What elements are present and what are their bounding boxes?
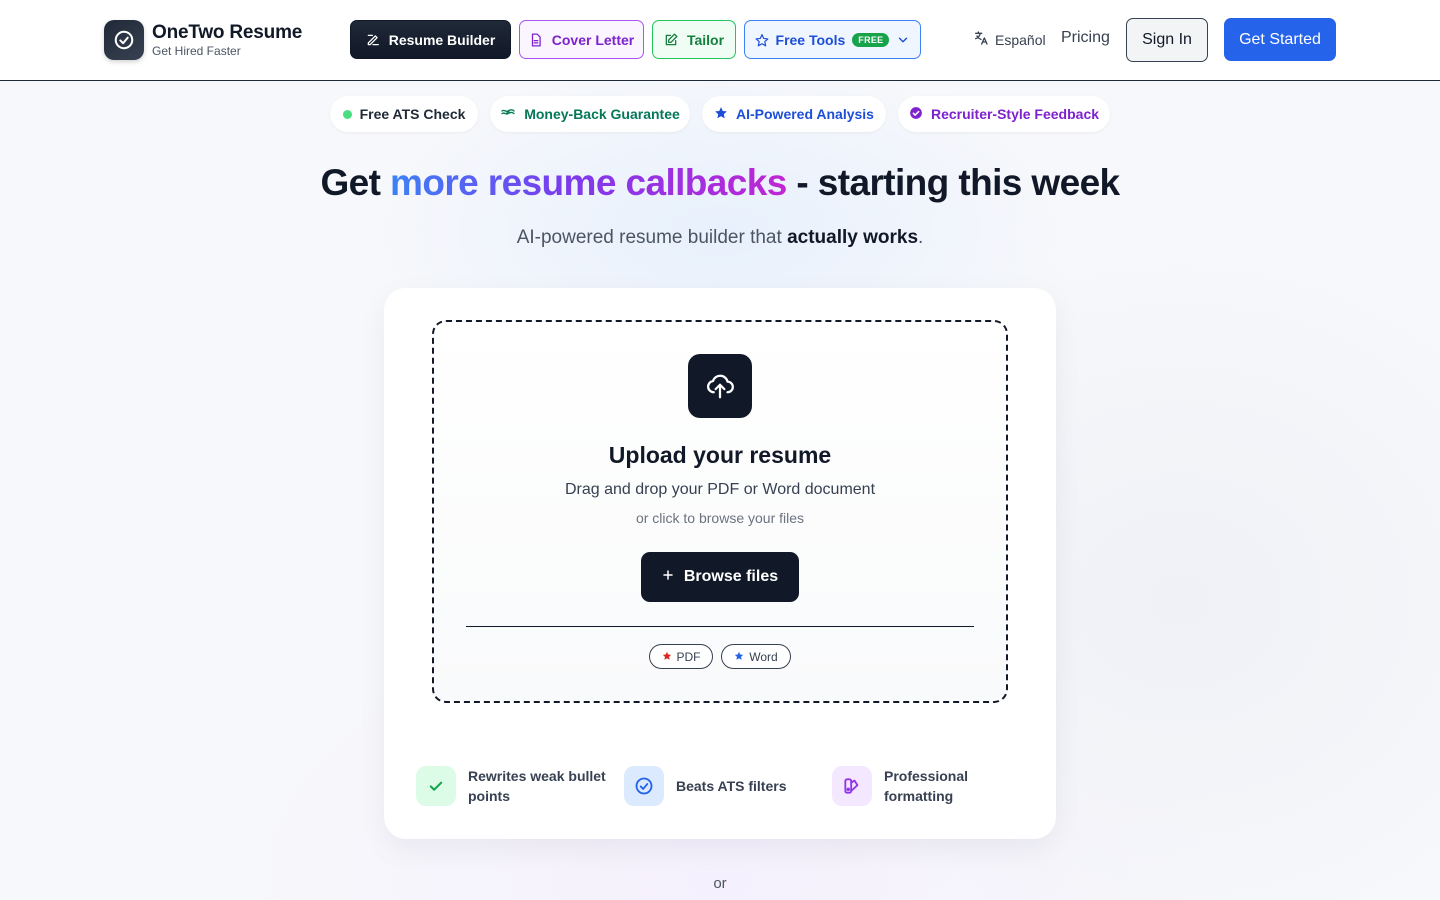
format-label: Word (749, 649, 778, 664)
or-separator: or (713, 875, 727, 892)
green-dot-icon (342, 109, 352, 119)
hero-subtitle-suffix: . (918, 227, 924, 248)
top-navbar: OneTwo Resume Get Hired Faster Resume Bu… (0, 0, 1440, 81)
pill-label: Money-Back Guarantee (524, 106, 680, 122)
hero-subtitle-prefix: AI-powered resume builder that (516, 227, 788, 248)
feature-label: Rewrites weak bullet points (468, 768, 606, 804)
check-badge-icon (909, 106, 923, 123)
cash-icon (500, 105, 516, 124)
upload-title: Upload your resume (608, 442, 832, 468)
cover-letter-button[interactable]: Cover Letter (519, 20, 644, 59)
cloud-upload-icon (688, 354, 752, 418)
red-star-icon (662, 650, 672, 664)
translate-icon (973, 30, 989, 49)
pill-free-ats-check: Free ATS Check (330, 96, 478, 132)
pill-label: AI-Powered Analysis (736, 106, 874, 122)
chevron-down-icon (896, 33, 910, 47)
cover-letter-label: Cover Letter (551, 31, 635, 48)
brand-tagline: Get Hired Faster (152, 44, 241, 58)
star-outline-icon (755, 33, 769, 47)
language-label: Español (995, 31, 1046, 48)
language-switcher[interactable]: Español (973, 30, 1046, 49)
sign-in-button[interactable]: Sign In (1126, 18, 1208, 62)
document-icon (529, 33, 543, 47)
star-icon (714, 106, 728, 123)
logo-link[interactable]: OneTwo Resume Get Hired Faster (104, 20, 302, 60)
hero-title: Get more resume callbacks - starting thi… (0, 162, 1440, 204)
free-badge: FREE (852, 32, 890, 47)
feature-beats-ats: Beats ATS filters (624, 766, 816, 806)
pill-label: Free ATS Check (359, 106, 466, 122)
browse-files-button[interactable]: Browse files (641, 552, 799, 602)
hero-title-highlight: more resume callbacks (390, 162, 787, 203)
logo-check-icon (104, 20, 144, 60)
hero-title-suffix: - starting this week (786, 162, 1120, 203)
edit-square-icon (664, 33, 678, 47)
free-tools-dropdown[interactable]: Free Tools FREE (744, 20, 921, 59)
feature-professional-formatting: Professional formatting (832, 766, 984, 806)
hero-title-prefix: Get (320, 162, 391, 203)
palette-icon (832, 766, 872, 806)
pill-money-back: Money-Back Guarantee (490, 96, 690, 132)
hero-subtitle-bold: actually works (787, 227, 919, 248)
tailor-button[interactable]: Tailor (652, 20, 736, 59)
format-badge-pdf: PDF (649, 644, 713, 669)
format-label: PDF (676, 649, 701, 664)
check-icon (416, 766, 456, 806)
brand-name: OneTwo Resume (152, 22, 303, 43)
feature-rewrites-bullets: Rewrites weak bullet points (416, 766, 608, 806)
pill-recruiter-feedback: Recruiter-Style Feedback (898, 96, 1110, 132)
tailor-label: Tailor (686, 31, 725, 48)
plus-icon (662, 568, 674, 586)
browse-files-label: Browse files (683, 568, 779, 585)
resume-builder-button[interactable]: Resume Builder (350, 20, 511, 59)
blue-star-icon (734, 650, 744, 664)
pill-ai-analysis: AI-Powered Analysis (702, 96, 886, 132)
feature-label: Beats ATS filters (676, 778, 787, 794)
check-circle-icon (624, 766, 664, 806)
get-started-button[interactable]: Get Started (1224, 18, 1336, 61)
hero-subtitle: AI-powered resume builder that actually … (0, 227, 1440, 249)
feature-label: Professional formatting (884, 768, 969, 804)
pricing-link[interactable]: Pricing (1061, 29, 1110, 47)
format-badge-word: Word (721, 644, 791, 669)
dropzone-divider (466, 626, 974, 627)
free-tools-label: Free Tools (775, 31, 846, 48)
upload-description: Drag and drop your PDF or Word document (564, 481, 876, 498)
upload-hint: or click to browse your files (635, 510, 805, 526)
edit-icon (366, 33, 380, 47)
resume-builder-label: Resume Builder (388, 31, 496, 48)
pill-label: Recruiter-Style Feedback (930, 106, 1100, 122)
